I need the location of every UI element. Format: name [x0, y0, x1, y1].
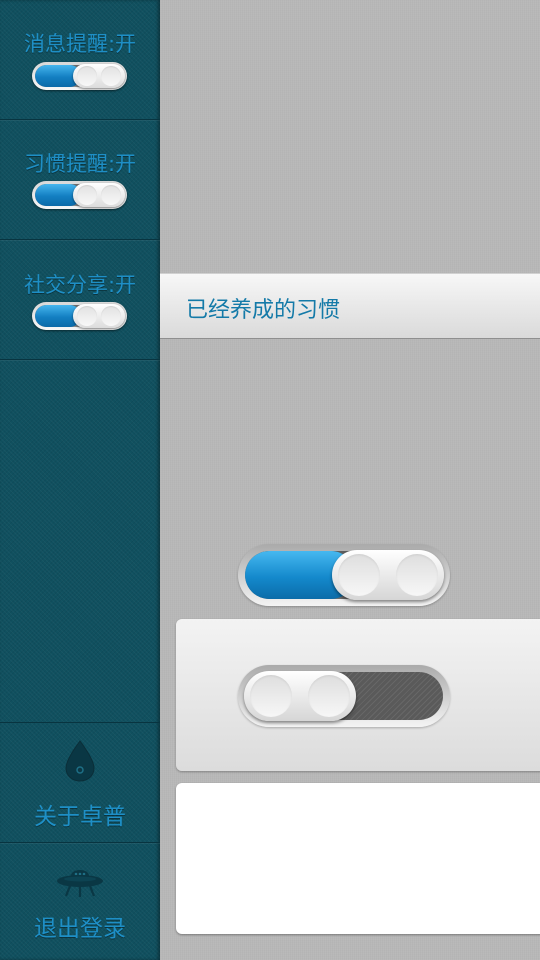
- toggle-knob[interactable]: [332, 550, 444, 600]
- message-reminder-label: 消息提醒:开: [23, 32, 137, 56]
- sidebar-item-about[interactable]: 关于卓普: [0, 722, 160, 843]
- toggle-knob[interactable]: [73, 183, 125, 207]
- logout-label: 退出登录: [34, 916, 126, 942]
- large-toggle-on[interactable]: [238, 544, 450, 606]
- sidebar-item-social-share: 社交分享:开: [0, 240, 160, 360]
- content-card: [176, 783, 540, 934]
- sidebar-item-message-reminder: 消息提醒:开: [0, 0, 160, 120]
- sidebar-item-logout[interactable]: 退出登录: [0, 842, 160, 960]
- sidebar: 消息提醒:开 习惯提醒:开 社交分享:开 关于卓普 退出登录: [0, 0, 160, 960]
- social-share-label: 社交分享:开: [23, 273, 137, 297]
- ufo-icon: [0, 862, 160, 902]
- toggle-knob[interactable]: [73, 64, 125, 88]
- page-title: 已经养成的习惯: [186, 298, 341, 323]
- social-share-toggle[interactable]: [32, 302, 127, 330]
- habit-reminder-toggle[interactable]: [32, 181, 127, 209]
- toggle-knob[interactable]: [73, 304, 125, 328]
- toggle-knob[interactable]: [244, 671, 356, 721]
- droplet-icon: [0, 739, 160, 783]
- about-label: 关于卓普: [34, 804, 126, 830]
- message-reminder-toggle[interactable]: [32, 62, 127, 90]
- large-toggle-off[interactable]: [238, 665, 450, 727]
- sidebar-item-habit-reminder: 习惯提醒:开: [0, 120, 160, 240]
- main-content: 已经养成的习惯: [160, 0, 540, 960]
- habit-reminder-label: 习惯提醒:开: [23, 152, 137, 176]
- habits-header[interactable]: 已经养成的习惯: [160, 273, 540, 339]
